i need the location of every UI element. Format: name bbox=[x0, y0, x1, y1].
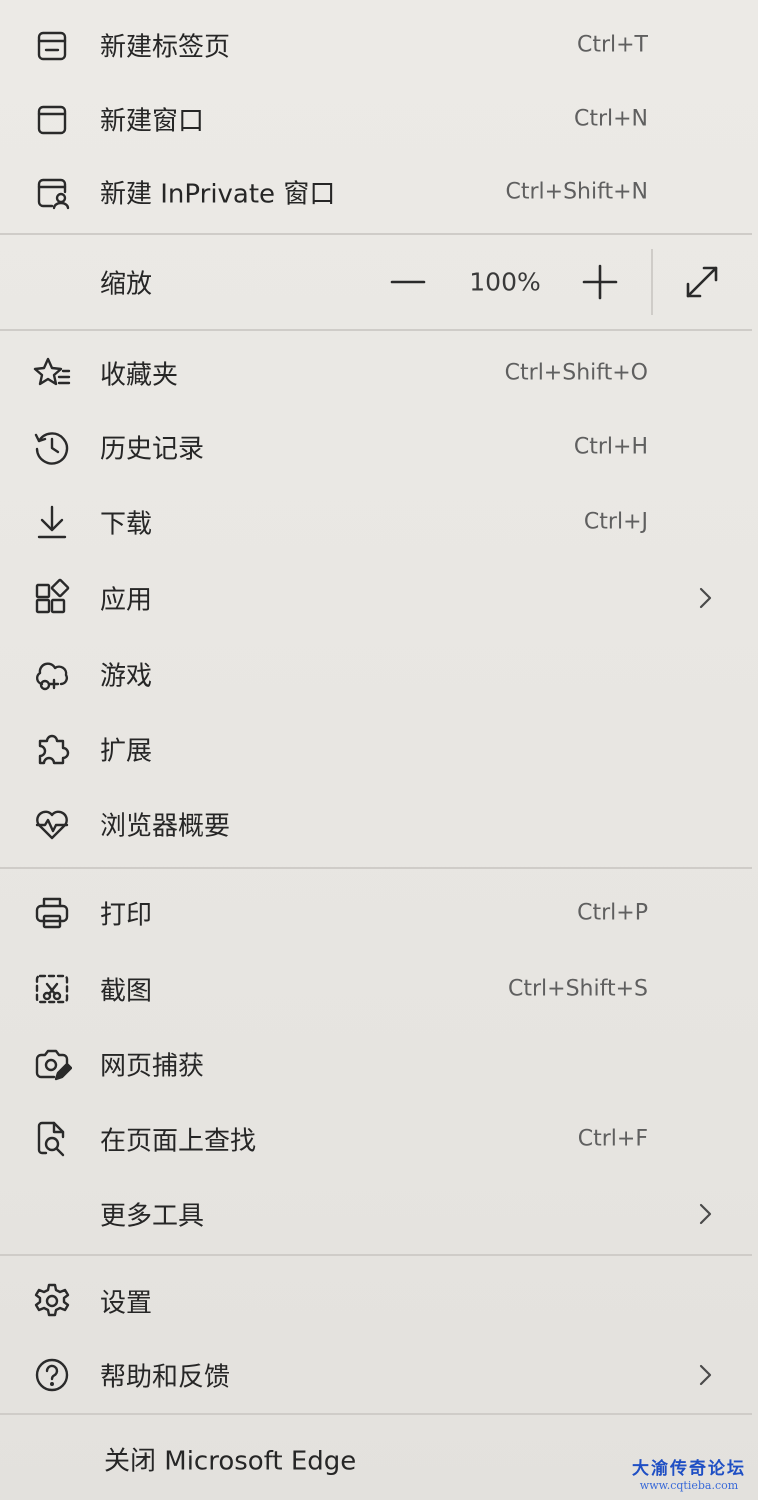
menu-item-label: 打印 bbox=[100, 900, 153, 931]
menu-item-find-on-page[interactable]: 在页面上查找 Ctrl+F bbox=[0, 1102, 758, 1176]
zoom-separator bbox=[651, 249, 653, 315]
chevron-right-icon bbox=[690, 583, 720, 613]
menu-divider bbox=[0, 867, 752, 869]
find-on-page-icon bbox=[32, 1119, 72, 1159]
menu-item-history[interactable]: 历史记录 Ctrl+H bbox=[0, 410, 758, 484]
favorites-icon bbox=[32, 353, 72, 393]
watermark-url: www.cqtieba.com bbox=[639, 1479, 739, 1492]
menu-item-label: 浏览器概要 bbox=[100, 811, 231, 842]
chevron-right-icon bbox=[690, 1360, 720, 1390]
apps-icon bbox=[32, 578, 72, 618]
menu-item-label: 收藏夹 bbox=[100, 360, 179, 391]
menu-item-new-inprivate-window[interactable]: 新建 InPrivate 窗口 Ctrl+Shift+N bbox=[0, 155, 758, 229]
menu-item-downloads[interactable]: 下载 Ctrl+J bbox=[0, 485, 758, 559]
screenshot-icon bbox=[32, 969, 72, 1009]
gear-icon bbox=[32, 1281, 72, 1321]
heart-pulse-icon bbox=[32, 804, 72, 844]
menu-item-label: 截图 bbox=[100, 976, 153, 1007]
menu-item-settings[interactable]: 设置 bbox=[0, 1264, 758, 1338]
menu-item-apps[interactable]: 应用 bbox=[0, 561, 758, 635]
new-window-icon bbox=[32, 99, 72, 139]
menu-item-new-window[interactable]: 新建窗口 Ctrl+N bbox=[0, 82, 758, 156]
menu-item-help-feedback[interactable]: 帮助和反馈 bbox=[0, 1338, 758, 1412]
menu-item-shortcut: Ctrl+Shift+N bbox=[505, 179, 648, 205]
menu-divider bbox=[0, 1254, 752, 1256]
menu-item-label: 历史记录 bbox=[100, 434, 205, 465]
menu-item-shortcut: Ctrl+Shift+O bbox=[504, 360, 648, 386]
extensions-icon bbox=[32, 729, 72, 769]
menu-item-shortcut: Ctrl+N bbox=[573, 106, 648, 132]
zoom-value: 100% bbox=[469, 267, 541, 297]
chevron-right-icon bbox=[690, 1199, 720, 1229]
menu-item-shortcut: Ctrl+P bbox=[577, 900, 648, 926]
menu-item-label: 在页面上查找 bbox=[100, 1126, 257, 1157]
fullscreen-icon[interactable] bbox=[680, 260, 724, 304]
menu-item-label: 设置 bbox=[100, 1288, 153, 1319]
menu-item-label: 新建 InPrivate 窗口 bbox=[100, 179, 336, 210]
menu-item-label: 游戏 bbox=[100, 661, 153, 692]
menu-item-more-tools[interactable]: 更多工具 bbox=[0, 1177, 758, 1251]
help-icon bbox=[32, 1355, 72, 1395]
watermark: 大渝传奇论坛 www.cqtieba.com bbox=[632, 1454, 746, 1492]
menu-item-label: 帮助和反馈 bbox=[100, 1362, 231, 1393]
menu-item-games[interactable]: 游戏 bbox=[0, 637, 758, 711]
minus-icon[interactable] bbox=[386, 260, 430, 304]
menu-item-label: 扩展 bbox=[100, 736, 153, 767]
menu-item-web-capture[interactable]: 网页捕获 bbox=[0, 1027, 758, 1101]
menu-divider bbox=[0, 1413, 752, 1415]
menu-item-label: 新建窗口 bbox=[100, 106, 205, 137]
menu-item-zoom: 缩放 100% bbox=[0, 235, 758, 329]
menu-item-label: 新建标签页 bbox=[100, 32, 231, 63]
menu-item-label: 应用 bbox=[100, 585, 153, 616]
inprivate-window-icon bbox=[32, 172, 72, 212]
menu-item-shortcut: Ctrl+Shift+S bbox=[508, 976, 648, 1002]
menu-item-new-tab[interactable]: 新建标签页 Ctrl+T bbox=[0, 8, 758, 82]
menu-item-shortcut: Ctrl+H bbox=[573, 434, 648, 460]
browser-settings-menu: 新建标签页 Ctrl+T 新建窗口 Ctrl+N 新建 InPrivate 窗口… bbox=[0, 0, 758, 1500]
menu-item-shortcut: Ctrl+F bbox=[577, 1126, 648, 1152]
menu-item-shortcut: Ctrl+J bbox=[583, 509, 648, 535]
watermark-title: 大渝传奇论坛 bbox=[632, 1459, 746, 1479]
menu-item-print[interactable]: 打印 Ctrl+P bbox=[0, 876, 758, 950]
zoom-label: 缩放 bbox=[100, 269, 153, 300]
games-icon bbox=[32, 654, 72, 694]
menu-item-label: 关闭 Microsoft Edge bbox=[104, 1446, 357, 1477]
print-icon bbox=[32, 893, 72, 933]
menu-item-label: 下载 bbox=[100, 509, 153, 540]
new-tab-icon bbox=[32, 25, 72, 65]
menu-item-label: 网页捕获 bbox=[100, 1051, 205, 1082]
menu-divider bbox=[0, 329, 752, 331]
menu-item-label: 更多工具 bbox=[100, 1201, 205, 1232]
download-icon bbox=[32, 502, 72, 542]
plus-icon[interactable] bbox=[578, 260, 622, 304]
web-capture-icon bbox=[32, 1044, 72, 1084]
menu-item-shortcut: Ctrl+T bbox=[576, 32, 648, 58]
menu-item-screenshot[interactable]: 截图 Ctrl+Shift+S bbox=[0, 952, 758, 1026]
menu-item-browser-essentials[interactable]: 浏览器概要 bbox=[0, 787, 758, 861]
menu-item-extensions[interactable]: 扩展 bbox=[0, 712, 758, 786]
history-icon bbox=[32, 427, 72, 467]
menu-item-favorites[interactable]: 收藏夹 Ctrl+Shift+O bbox=[0, 336, 758, 410]
